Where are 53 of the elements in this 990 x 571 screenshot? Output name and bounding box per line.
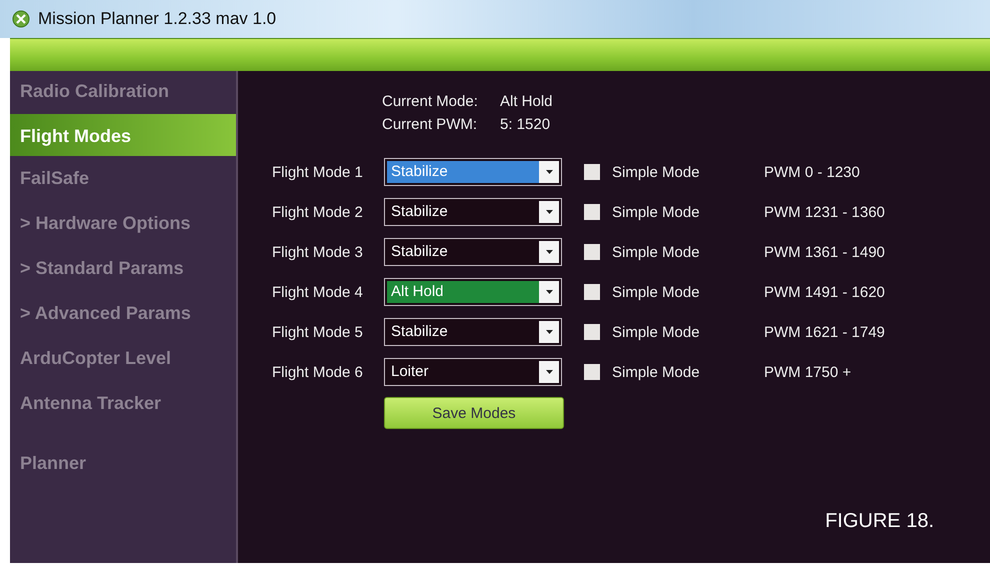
checkbox-label: Simple Mode [612, 324, 701, 340]
checkbox-label: Simple Mode [612, 364, 701, 380]
caret-icon [546, 210, 552, 214]
sidebar-item[interactable]: FailSafe [10, 156, 236, 201]
caret-icon [546, 170, 552, 174]
checkbox-label: Simple Mode [612, 284, 701, 300]
app-icon [12, 10, 30, 28]
sidebar-item[interactable]: Radio Calibration [10, 69, 236, 114]
sidebar-item[interactable]: ArduCopter Level [10, 336, 236, 381]
caret-icon [546, 290, 552, 294]
mode-dropdown[interactable]: Stabilize [384, 198, 562, 226]
sidebar-item[interactable]: Flight Modes [10, 114, 236, 156]
status-value: 5: 1520 [500, 116, 550, 133]
mode-dropdown[interactable]: Stabilize [384, 318, 562, 346]
checkbox-label: Simple Mode [612, 204, 701, 220]
checkbox[interactable] [584, 324, 600, 340]
mode-label: Flight Mode 1 [272, 164, 364, 180]
checkbox[interactable] [584, 244, 600, 260]
pwm-range: PWM 1621 - 1749 [764, 324, 885, 340]
save-modes-button[interactable]: Save Modes [384, 397, 564, 429]
pwm-range: PWM 1750 + [764, 364, 852, 380]
pwm-range: PWM 1361 - 1490 [764, 244, 885, 260]
checkbox[interactable] [584, 164, 600, 180]
sidebar-item[interactable]: > Hardware Options [10, 201, 236, 246]
status-label: Current PWM: [382, 116, 478, 133]
mode-label: Flight Mode 6 [272, 364, 364, 380]
mode-label: Flight Mode 3 [272, 244, 364, 260]
checkbox-label: Simple Mode [612, 164, 701, 180]
mode-label: Flight Mode 4 [272, 284, 364, 300]
sidebar-item[interactable]: Antenna Tracker [10, 381, 236, 426]
caret-icon [546, 330, 552, 334]
mode-dropdown[interactable]: Stabilize [384, 158, 562, 186]
pwm-range: PWM 1491 - 1620 [764, 284, 885, 300]
status-value: Alt Hold [500, 93, 553, 110]
mode-label: Flight Mode 5 [272, 324, 364, 340]
mode-dropdown[interactable]: Alt Hold [384, 278, 562, 306]
checkbox[interactable] [584, 284, 600, 300]
window-title: Mission Planner 1.2.33 mav 1.0 [38, 9, 276, 29]
checkbox-label: Simple Mode [612, 244, 701, 260]
checkbox[interactable] [584, 204, 600, 220]
mode-dropdown[interactable]: Loiter [384, 358, 562, 386]
pwm-range: PWM 0 - 1230 [764, 164, 860, 180]
sidebar-item[interactable]: Planner [10, 441, 236, 486]
pwm-range: PWM 1231 - 1360 [764, 204, 885, 220]
sidebar-item[interactable]: > Standard Params [10, 246, 236, 291]
mode-label: Flight Mode 2 [272, 204, 364, 220]
caret-icon [546, 370, 552, 374]
figure-caption: FIGURE 18. [825, 510, 934, 533]
sidebar-item[interactable]: > Advanced Params [10, 291, 236, 336]
caret-icon [546, 250, 552, 254]
mode-dropdown[interactable]: Stabilize [384, 238, 562, 266]
status-label: Current Mode: [382, 93, 479, 110]
checkbox[interactable] [584, 364, 600, 380]
